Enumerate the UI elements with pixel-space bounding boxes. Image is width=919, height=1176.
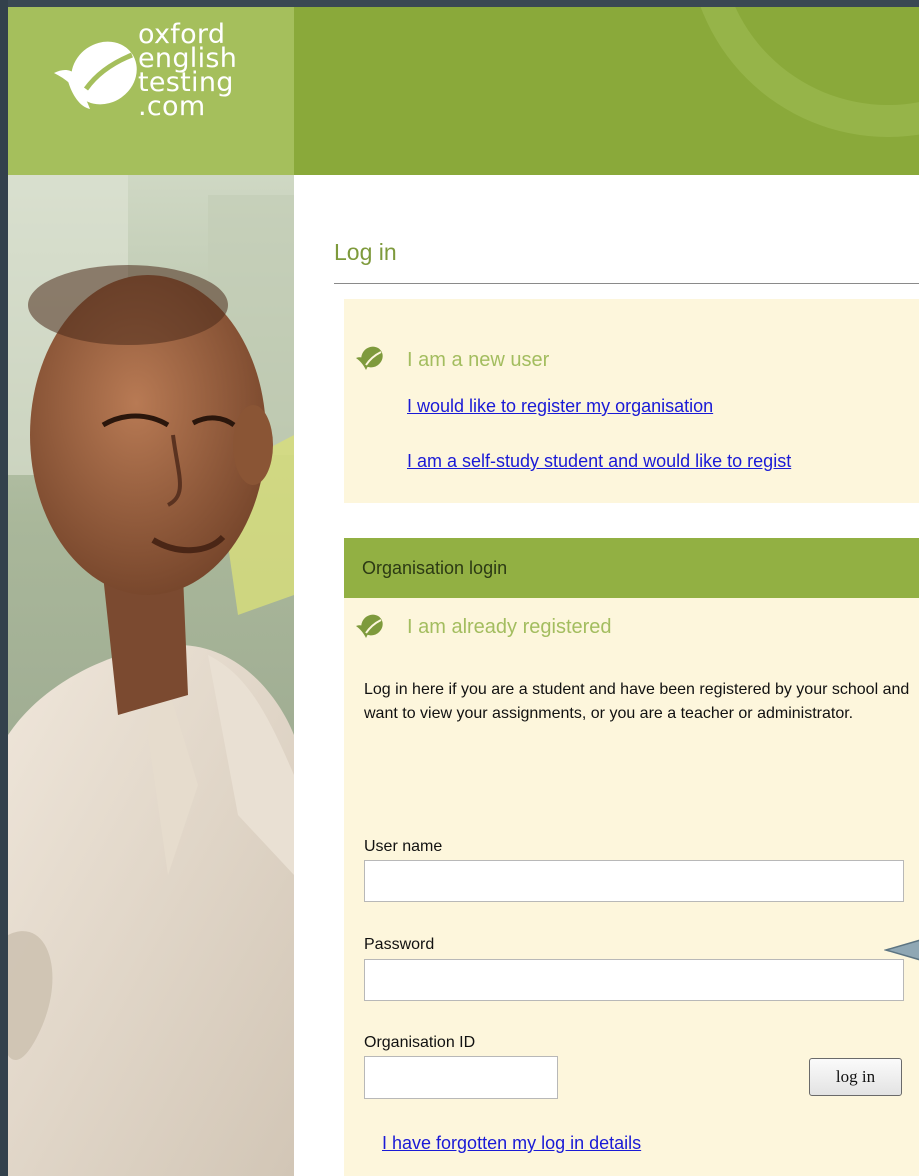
title-divider (334, 283, 919, 284)
logo[interactable]: oxford english testing .com (8, 7, 294, 175)
logo-wordmark: oxford english testing .com (138, 21, 237, 122)
page-title: Log in (334, 239, 397, 265)
leaf-logo-icon (54, 41, 137, 109)
organisation-login-panel: I am already registered Log in here if y… (344, 598, 919, 1176)
forgotten-details-link[interactable]: I have forgotten my log in details (382, 1133, 641, 1154)
organisation-id-label: Organisation ID (364, 1034, 476, 1051)
callout-arrow-icon (884, 939, 919, 961)
new-user-panel: I am a new user I would like to register… (344, 299, 919, 503)
username-input[interactable] (364, 860, 904, 902)
password-input[interactable] (364, 959, 904, 1001)
student-photo-illustration (8, 175, 294, 1176)
already-registered-heading: I am already registered (407, 616, 612, 638)
student-photo (8, 175, 294, 1176)
main-content: Log in I am a new user I would like to r… (294, 175, 919, 1176)
password-label: Password (364, 936, 435, 953)
organisation-id-input[interactable] (364, 1056, 558, 1099)
checkmark-leaf-icon (356, 346, 383, 370)
organisation-login-title: Organisation login (362, 558, 508, 578)
header-decoration (700, 7, 919, 137)
login-description: Log in here if you are a student and hav… (364, 681, 910, 722)
new-user-heading: I am a new user (407, 349, 550, 371)
login-button[interactable]: log in (809, 1058, 902, 1096)
window-left-border (0, 0, 8, 1176)
username-label: User name (364, 838, 443, 855)
logo-line-4: .com (138, 91, 206, 122)
organisation-login-header: Organisation login (344, 538, 919, 598)
site-header: oxford english testing .com (8, 7, 919, 175)
register-organisation-link[interactable]: I would like to register my organisation (407, 396, 713, 417)
window-top-border (0, 0, 919, 7)
register-self-study-link[interactable]: I am a self-study student and would like… (407, 451, 791, 472)
checkmark-leaf-icon (356, 614, 383, 638)
